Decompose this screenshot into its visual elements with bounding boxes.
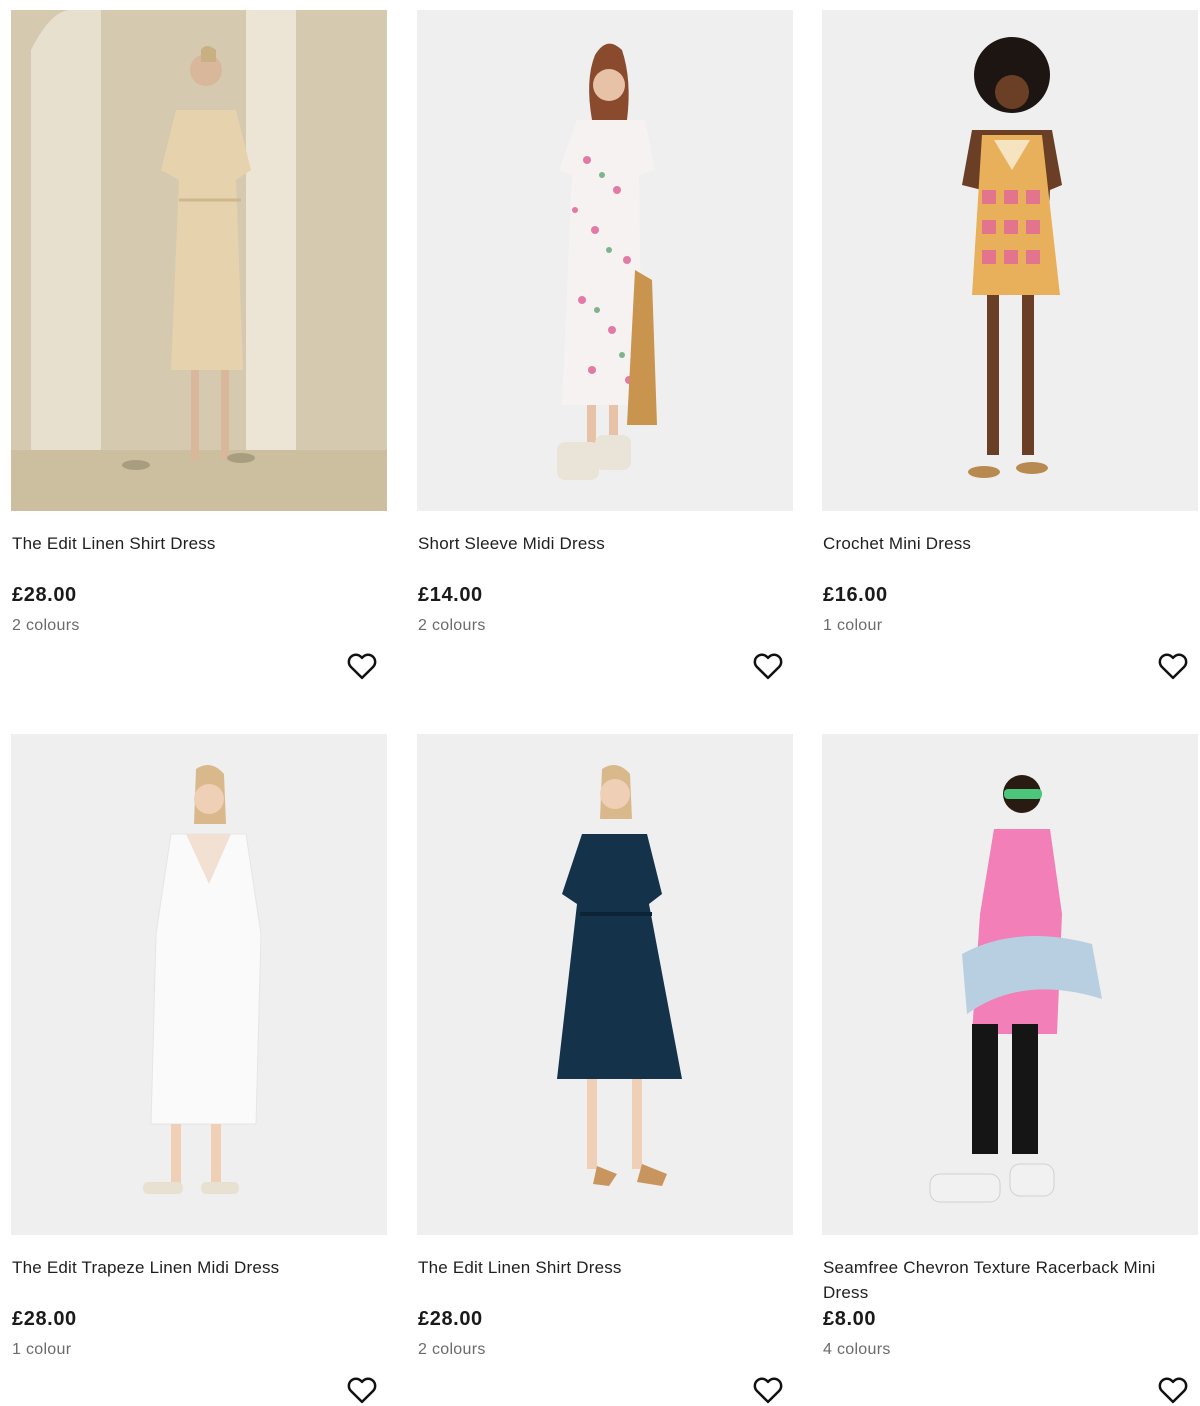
product-card[interactable]: Seamfree Chevron Texture Racerback Mini … <box>822 734 1198 1404</box>
product-card[interactable]: Crochet Mini Dress £16.00 1 colour <box>822 10 1198 680</box>
product-colour-count: 2 colours <box>12 617 80 634</box>
wishlist-button[interactable] <box>751 1374 785 1406</box>
product-price: £28.00 <box>12 1308 77 1330</box>
product-card[interactable]: The Edit Linen Shirt Dress £28.00 2 colo… <box>11 10 387 680</box>
wishlist-button[interactable] <box>751 650 785 682</box>
product-price: £8.00 <box>823 1308 877 1330</box>
product-card[interactable]: The Edit Trapeze Linen Midi Dress £28.00… <box>11 734 387 1404</box>
wishlist-button[interactable] <box>1156 1374 1190 1406</box>
heart-outline-icon <box>1158 653 1188 680</box>
product-card[interactable]: The Edit Linen Shirt Dress £28.00 2 colo… <box>417 734 793 1404</box>
product-photo <box>417 734 793 1235</box>
product-title[interactable]: Crochet Mini Dress <box>823 531 1183 556</box>
product-image[interactable] <box>822 10 1198 511</box>
product-title[interactable]: The Edit Trapeze Linen Midi Dress <box>12 1255 372 1280</box>
product-colour-count: 2 colours <box>418 617 486 634</box>
product-price: £28.00 <box>12 584 77 606</box>
product-image[interactable] <box>417 734 793 1235</box>
heart-outline-icon <box>347 653 377 680</box>
product-photo <box>417 10 793 511</box>
product-title[interactable]: The Edit Linen Shirt Dress <box>12 531 372 556</box>
product-image[interactable] <box>822 734 1198 1235</box>
product-colour-count: 2 colours <box>418 1341 486 1358</box>
product-photo <box>822 10 1198 511</box>
product-photo <box>822 734 1198 1235</box>
product-colour-count: 1 colour <box>12 1341 72 1358</box>
product-price: £14.00 <box>418 584 483 606</box>
product-image[interactable] <box>417 10 793 511</box>
product-price: £28.00 <box>418 1308 483 1330</box>
product-colour-count: 4 colours <box>823 1341 891 1358</box>
product-image[interactable] <box>11 734 387 1235</box>
product-image[interactable] <box>11 10 387 511</box>
product-colour-count: 1 colour <box>823 617 883 634</box>
product-photo <box>11 734 387 1235</box>
product-price: £16.00 <box>823 584 888 606</box>
heart-outline-icon <box>1158 1377 1188 1404</box>
heart-outline-icon <box>753 1377 783 1404</box>
wishlist-button[interactable] <box>345 1374 379 1406</box>
product-card[interactable]: Short Sleeve Midi Dress £14.00 2 colours <box>417 10 793 680</box>
heart-outline-icon <box>347 1377 377 1404</box>
heart-outline-icon <box>753 653 783 680</box>
product-title[interactable]: Short Sleeve Midi Dress <box>418 531 778 556</box>
product-photo <box>11 10 387 511</box>
product-title[interactable]: The Edit Linen Shirt Dress <box>418 1255 778 1280</box>
product-title[interactable]: Seamfree Chevron Texture Racerback Mini … <box>823 1255 1183 1305</box>
wishlist-button[interactable] <box>1156 650 1190 682</box>
wishlist-button[interactable] <box>345 650 379 682</box>
